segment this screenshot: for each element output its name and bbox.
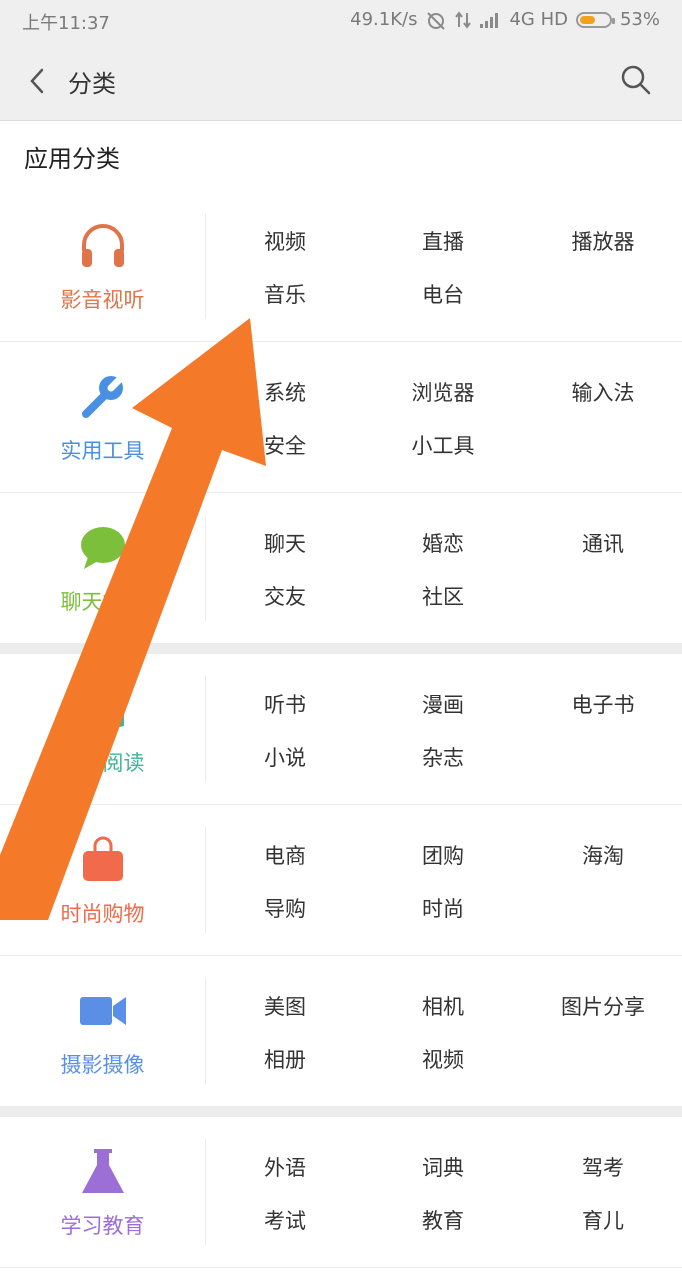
subcategory-link[interactable]: 词典 bbox=[378, 1152, 508, 1182]
subcategory-link[interactable]: 电商 bbox=[220, 840, 350, 870]
category-label: 时尚购物 bbox=[60, 902, 145, 926]
category-label: 摄影摄像 bbox=[60, 1053, 145, 1077]
category-row-audio-video: 影音视听 视频 直播 播放器 音乐 电台 bbox=[0, 191, 682, 342]
subcategory-link[interactable]: 导购 bbox=[220, 893, 350, 923]
data-transfer-icon bbox=[455, 10, 472, 29]
category-row-reading: 图书阅读 听书 漫画 电子书 小说 杂志 bbox=[0, 654, 682, 805]
divider bbox=[205, 978, 206, 1084]
category-row-photography: 摄影摄像 美图 相机 图片分享 相册 视频 bbox=[0, 956, 682, 1106]
battery-icon bbox=[575, 11, 615, 28]
subcategory-link[interactable]: 交友 bbox=[220, 581, 350, 611]
status-right-group: 49.1K/s 4G HD 53% bbox=[350, 9, 660, 30]
subcategory-link[interactable]: 美图 bbox=[220, 991, 350, 1021]
subcategory-link[interactable]: 系统 bbox=[220, 377, 350, 407]
subcategory-link[interactable]: 教育 bbox=[378, 1205, 508, 1235]
headphones-icon bbox=[75, 218, 131, 274]
chevron-left-icon bbox=[30, 68, 44, 94]
subcategory-link[interactable]: 社区 bbox=[378, 581, 508, 611]
divider bbox=[205, 676, 206, 782]
category-label: 聊天社交 bbox=[60, 590, 145, 614]
category-label: 图书阅读 bbox=[60, 751, 145, 775]
subcategory-link[interactable]: 输入法 bbox=[538, 377, 668, 407]
network-type: 4G HD bbox=[509, 9, 568, 30]
subcategory-link[interactable]: 驾考 bbox=[538, 1152, 668, 1182]
subcategory-link[interactable]: 播放器 bbox=[538, 226, 668, 256]
search-icon bbox=[621, 65, 651, 95]
header: 分类 bbox=[0, 42, 682, 121]
subcategory-link[interactable]: 小说 bbox=[220, 742, 350, 772]
section-gap bbox=[0, 643, 682, 654]
subcategory-link[interactable]: 通讯 bbox=[538, 528, 668, 558]
subcategory-link[interactable]: 考试 bbox=[220, 1205, 350, 1235]
battery-fill bbox=[579, 15, 595, 24]
category-row-social: 聊天社交 聊天 婚恋 通讯 交友 社区 bbox=[0, 493, 682, 643]
subcategory-link[interactable]: 杂志 bbox=[378, 742, 508, 772]
category-label: 学习教育 bbox=[60, 1214, 145, 1238]
subcategory-link[interactable]: 视频 bbox=[378, 1044, 508, 1074]
subcategory-link[interactable]: 音乐 bbox=[220, 279, 350, 309]
subcategory-link[interactable]: 电子书 bbox=[538, 689, 668, 719]
category-tools[interactable]: 实用工具 bbox=[0, 342, 205, 492]
divider bbox=[205, 827, 206, 933]
subcategory-link[interactable]: 相册 bbox=[220, 1044, 350, 1074]
chat-bubble-icon bbox=[75, 520, 131, 576]
search-button[interactable] bbox=[618, 62, 654, 98]
subcategory-link[interactable]: 图片分享 bbox=[538, 991, 668, 1021]
section-gap bbox=[0, 1106, 682, 1117]
book-icon bbox=[75, 681, 131, 737]
subcategory-link[interactable]: 婚恋 bbox=[378, 528, 508, 558]
category-row-education: 学习教育 外语 词典 驾考 考试 教育 育儿 bbox=[0, 1117, 682, 1268]
status-bar: 上午11:37 49.1K/s 4G HD 53% bbox=[0, 0, 682, 42]
subcategory-link[interactable]: 漫画 bbox=[378, 689, 508, 719]
category-label: 实用工具 bbox=[60, 439, 145, 463]
category-audio-video[interactable]: 影音视听 bbox=[0, 191, 205, 341]
subcategory-link[interactable]: 团购 bbox=[378, 840, 508, 870]
divider bbox=[205, 364, 206, 470]
divider bbox=[205, 515, 206, 621]
status-time: 上午11:37 bbox=[22, 13, 110, 34]
subcategory-link[interactable]: 浏览器 bbox=[378, 377, 508, 407]
subcategory-link[interactable]: 视频 bbox=[220, 226, 350, 256]
page-title: 分类 bbox=[68, 70, 116, 98]
video-camera-icon bbox=[75, 983, 131, 1039]
category-photography[interactable]: 摄影摄像 bbox=[0, 956, 205, 1106]
section-header: 应用分类 bbox=[0, 121, 682, 192]
shopping-bag-icon bbox=[75, 832, 131, 888]
subcategory-link[interactable]: 直播 bbox=[378, 226, 508, 256]
subcategory-link[interactable]: 外语 bbox=[220, 1152, 350, 1182]
subcategory-link[interactable]: 时尚 bbox=[378, 893, 508, 923]
signal-icon bbox=[480, 12, 499, 28]
alarm-off-icon bbox=[427, 11, 446, 30]
subcategory-link[interactable]: 小工具 bbox=[378, 430, 508, 460]
category-list: 影音视听 视频 直播 播放器 音乐 电台 实用工具 系统 浏览器 输入法 安全 … bbox=[0, 191, 682, 1268]
divider bbox=[205, 1139, 206, 1245]
back-button[interactable] bbox=[22, 62, 58, 100]
subcategory-link[interactable]: 相机 bbox=[378, 991, 508, 1021]
section-title: 应用分类 bbox=[24, 145, 120, 173]
category-shopping[interactable]: 时尚购物 bbox=[0, 805, 205, 955]
category-row-tools: 实用工具 系统 浏览器 输入法 安全 小工具 bbox=[0, 342, 682, 493]
subcategory-link[interactable]: 海淘 bbox=[538, 840, 668, 870]
category-row-shopping: 时尚购物 电商 团购 海淘 导购 时尚 bbox=[0, 805, 682, 956]
wrench-icon bbox=[75, 369, 131, 425]
category-education[interactable]: 学习教育 bbox=[0, 1117, 205, 1267]
category-social[interactable]: 聊天社交 bbox=[0, 493, 205, 643]
category-reading[interactable]: 图书阅读 bbox=[0, 654, 205, 804]
category-label: 影音视听 bbox=[60, 288, 145, 312]
subcategory-link[interactable]: 聊天 bbox=[220, 528, 350, 558]
divider bbox=[205, 213, 206, 319]
subcategory-link[interactable]: 听书 bbox=[220, 689, 350, 719]
battery-percent: 53% bbox=[619, 9, 660, 30]
subcategory-link[interactable]: 电台 bbox=[378, 279, 508, 309]
subcategory-link[interactable]: 育儿 bbox=[538, 1205, 668, 1235]
net-speed: 49.1K/s bbox=[350, 9, 418, 30]
flask-icon bbox=[75, 1144, 131, 1200]
subcategory-link[interactable]: 安全 bbox=[220, 430, 350, 460]
